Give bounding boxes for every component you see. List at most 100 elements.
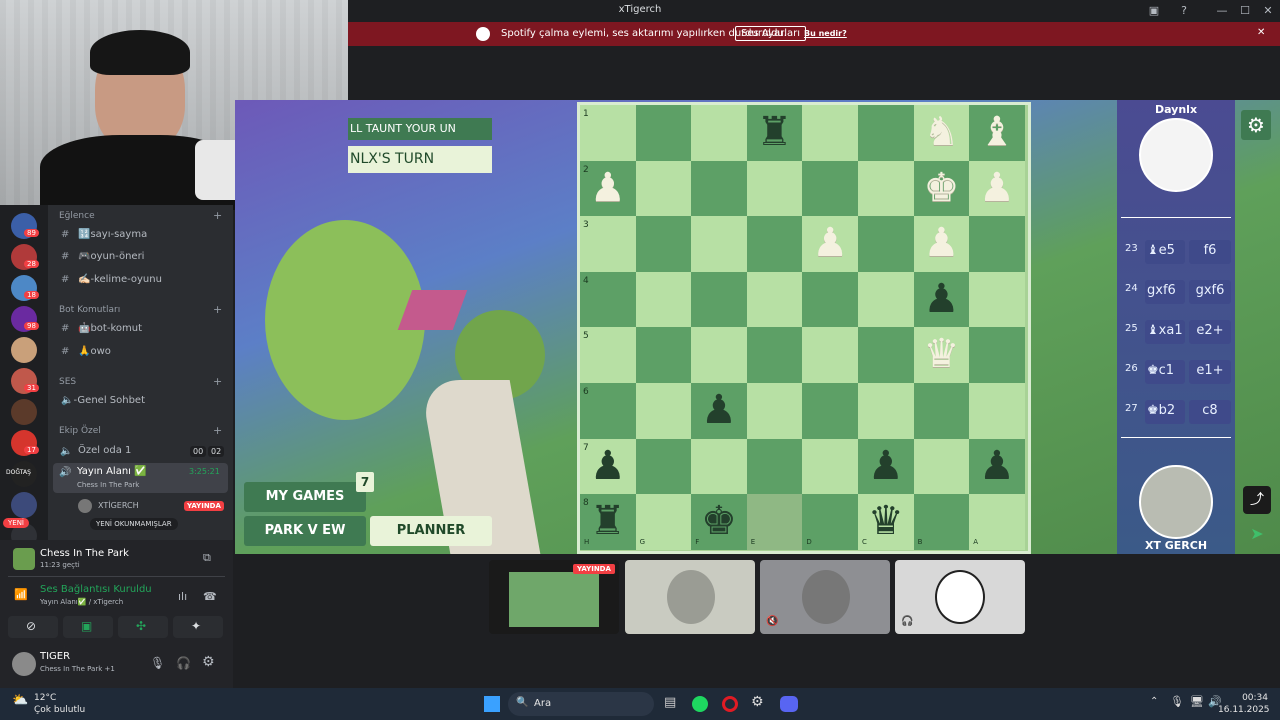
sound-settings-button[interactable]: Ses Ayarları [735,26,807,41]
black-piece[interactable]: ♟ [858,439,914,494]
unread-pill[interactable]: YENİ OKUNMAMIŞLAR [90,518,178,530]
board-square[interactable] [802,327,858,383]
search-box[interactable]: 🔍 Ara [508,692,654,716]
black-move[interactable]: e1+ [1189,360,1231,384]
board-square[interactable] [635,383,692,439]
participant-tile[interactable] [625,560,755,634]
move-row[interactable]: 25 ♝xa1 e2+ [1117,320,1235,348]
board-square[interactable] [746,438,803,495]
white-piece[interactable]: ♛ [914,327,970,382]
add-channel-icon[interactable]: + [213,303,222,316]
board-square[interactable] [969,271,1025,328]
black-piece[interactable]: ♟ [969,439,1025,494]
headphones-icon[interactable]: 🎧 [176,656,191,670]
black-piece[interactable]: ♛ [858,494,914,549]
board-square[interactable] [858,383,914,439]
board-square[interactable] [858,160,914,217]
board-square[interactable] [635,160,692,217]
board-square[interactable] [746,327,803,383]
white-move[interactable]: ♚c1 [1145,360,1185,384]
category-ses[interactable]: SES [59,377,76,387]
top-player-avatar[interactable] [1139,118,1213,192]
board-square[interactable] [802,438,858,495]
weather-temp[interactable]: 12°C [34,693,56,703]
black-move[interactable]: gxf6 [1189,280,1231,304]
white-piece[interactable]: ♞ [914,105,970,160]
voice-status[interactable]: Ses Bağlantısı Kuruldu [40,584,152,595]
channel-kelime-oyunu[interactable]: ✍🏻-kelime-oyunu [78,274,162,285]
spotify-taskbar-icon[interactable] [692,696,708,712]
board-square[interactable] [746,383,803,439]
move-row[interactable]: 27 ♚b2 c8 [1117,400,1235,428]
settings-gear-icon[interactable]: ⚙ [202,654,215,670]
board-square[interactable] [913,383,970,439]
board-square[interactable] [635,271,692,328]
board-square[interactable] [802,271,858,328]
white-move[interactable]: ♝e5 [1145,240,1185,264]
black-piece[interactable]: ♚ [691,494,747,549]
microphone-icon[interactable]: 🎙 [150,656,165,670]
board-square[interactable] [858,216,914,272]
move-row[interactable]: 26 ♚c1 e1+ [1117,360,1235,388]
add-channel-icon[interactable]: + [213,424,222,437]
white-move[interactable]: gxf6 [1145,280,1185,304]
my-games-button[interactable]: MY GAMES [244,482,366,512]
white-piece[interactable]: ♟ [914,216,970,271]
planner-button[interactable]: PLANNER [370,516,492,546]
settings-gear-icon[interactable]: ⚙ [1241,110,1271,140]
board-square[interactable] [691,105,747,161]
close-notice-icon[interactable]: ✕ [1257,27,1265,38]
add-channel-icon[interactable]: + [213,375,222,388]
noise-icon[interactable]: ılı [178,590,187,603]
board-square[interactable] [635,216,692,272]
board-square[interactable] [635,105,692,161]
white-piece[interactable]: ♝ [969,105,1025,160]
channel-ozel-oda[interactable]: Özel oda 1 [78,445,131,456]
park-view-button[interactable]: PARK V EW [244,516,366,546]
user-name[interactable]: TIGER [40,651,70,662]
chevron-up-icon[interactable]: ⌃ [1150,696,1158,707]
microphone-icon[interactable]: 🎙 [1170,695,1184,708]
black-move[interactable]: c8 [1189,400,1231,424]
board-square[interactable] [858,327,914,383]
server-icon[interactable] [11,337,37,363]
chess-board[interactable]: 1 2 3 4 5 6 7 8 H G F E D C B A ♜ ♞ ♝ ♟ ♚ ♟ ♟ ♟ ♟ ♛ ♟ ♟ ♟ ♟ ♜ ♚ ♛ [577,102,1031,554]
board-square[interactable] [858,105,914,161]
help-icon[interactable]: ? [1176,3,1192,19]
task-view-icon[interactable]: ▤ [664,695,676,710]
board-square[interactable] [691,160,747,217]
board-square[interactable] [746,160,803,217]
active-voice-channel[interactable]: 🔊 Yayın Alanı ✅ 3:25:21 Chess In The Par… [53,463,228,493]
category-bot-komutlari[interactable]: Bot Komutları [59,305,120,315]
participant-tile[interactable]: 🔇 [760,560,890,634]
what-is-this-link[interactable]: Bu nedir? [804,29,847,38]
server-icon[interactable] [11,399,37,425]
category-ekip-ozel[interactable]: Ekip Özel [59,426,101,436]
disconnect-icon[interactable]: ☎ [203,590,217,603]
minimize-button[interactable]: — [1214,3,1230,19]
black-piece[interactable]: ♟ [580,439,636,494]
bottom-player-avatar[interactable] [1139,465,1213,539]
add-channel-icon[interactable]: + [213,209,222,222]
windows-start-icon[interactable] [484,696,500,712]
channel-oyun-oneri[interactable]: 🎮oyun-öneri [78,251,144,262]
black-piece[interactable]: ♜ [747,105,803,160]
black-piece[interactable]: ♟ [914,272,970,327]
channel-owo[interactable]: 🙏owo [78,346,111,357]
soundboard-button[interactable]: ✦ [173,616,223,638]
board-square[interactable] [635,327,692,383]
activities-button[interactable]: ✣ [118,616,168,638]
black-move[interactable]: e2+ [1189,320,1231,344]
channel-genel-sohbet[interactable]: 🔈-Genel Sohbet [61,395,145,406]
black-piece[interactable]: ♟ [691,383,747,438]
white-piece[interactable]: ♟ [802,216,858,271]
steam-icon[interactable]: ⚙ [751,694,764,710]
white-piece[interactable]: ♟ [969,161,1025,216]
move-row[interactable]: 23 ♝e5 f6 [1117,240,1235,268]
user-avatar[interactable] [12,652,36,676]
discord-icon[interactable] [780,696,798,712]
white-piece[interactable]: ♚ [914,161,970,216]
board-square[interactable] [746,271,803,328]
server-icon[interactable] [11,492,37,518]
inbox-icon[interactable]: ▣ [1146,3,1162,19]
